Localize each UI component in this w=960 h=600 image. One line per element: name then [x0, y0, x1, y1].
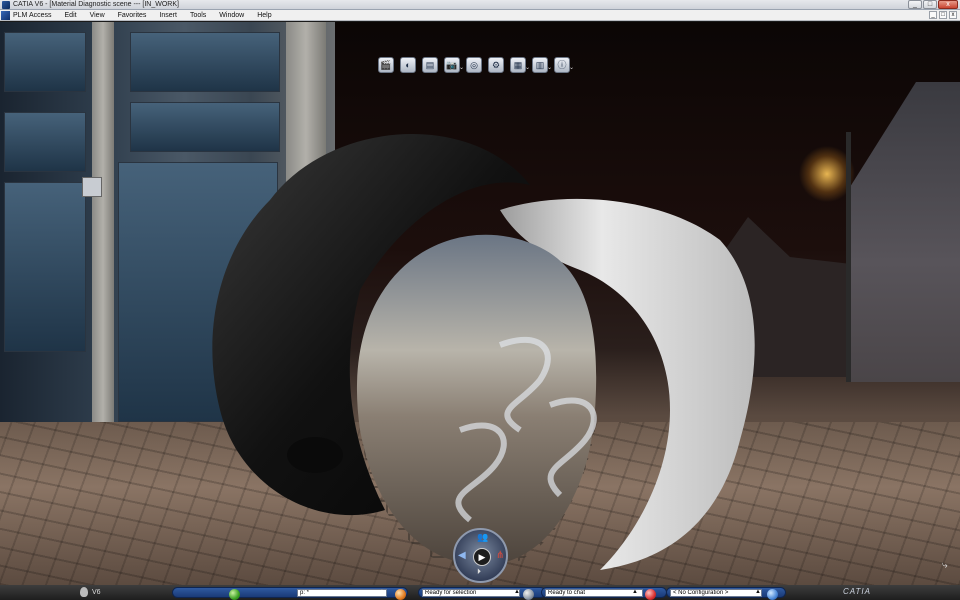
lens-icon[interactable]: ◎ — [466, 57, 482, 73]
menu-view[interactable]: View — [90, 12, 105, 19]
catia-app-icon[interactable] — [2, 0, 10, 9]
menu-favorites[interactable]: Favorites — [118, 12, 147, 19]
user-icon[interactable] — [523, 589, 534, 600]
configuration-dropdown[interactable]: ▲ — [755, 589, 761, 595]
doc-minimize-button[interactable]: _ — [929, 11, 937, 19]
minimize-button[interactable]: _ — [908, 0, 922, 9]
menu-plm-access[interactable]: PLM Access — [13, 12, 52, 19]
doc-restore-button[interactable]: □ — [939, 11, 947, 19]
window-title: CATIA V6 - [Material Diagnostic scene --… — [13, 1, 179, 8]
chat-icon[interactable] — [645, 589, 656, 600]
document-icon[interactable] — [1, 10, 10, 20]
v6-compass[interactable]: V6 — [80, 587, 101, 597]
menu-insert[interactable]: Insert — [159, 12, 177, 19]
info-screen-icon[interactable]: ⓘ ⌄ — [554, 57, 574, 73]
chat-dropdown[interactable]: ▲ — [632, 589, 638, 595]
window-controls: _ □ x — [908, 0, 958, 9]
rendering-toolbar: 🎬 ◐ ▤ 📷 ⌄ ◎ ⚙ ▦ ⌄ ▥ ⌄ ⓘ ⌄ — [378, 56, 574, 74]
doc-close-button[interactable]: x — [949, 11, 957, 19]
chat-pane: Ready to chat ▲ — [541, 587, 667, 600]
power-input-pane: p: * ▲ — [172, 587, 408, 600]
settings-gears-icon[interactable]: ⚙ — [488, 57, 504, 73]
status-bar: V6 p: * ▲ Ready for selection ▲ Ready to… — [0, 585, 960, 600]
power-input-dropdown[interactable]: ▲ — [379, 589, 385, 595]
title-bar: CATIA V6 - [Material Diagnostic scene --… — [0, 0, 960, 10]
configuration-field[interactable]: < No Configuration > — [670, 589, 762, 597]
chevron-down-icon[interactable]: ⌄ — [569, 61, 574, 75]
street-lamp — [846, 132, 851, 382]
v6-compass-icon — [80, 587, 88, 597]
menu-bar: PLM Access Edit View Favorites Insert To… — [0, 10, 960, 21]
background-church — [850, 82, 960, 382]
catia-logo: CATIA — [843, 587, 871, 596]
play-icon[interactable]: ▶ — [473, 548, 491, 566]
selection-status-pane: Ready for selection ▲ — [418, 587, 546, 600]
maximize-button[interactable]: □ — [923, 0, 937, 9]
material-icon[interactable]: ◐ — [400, 57, 416, 73]
chevron-down-icon[interactable]: ⌄ — [525, 61, 530, 75]
network-globe-icon[interactable] — [767, 589, 778, 600]
step-icon[interactable]: ⏵ — [477, 567, 481, 577]
close-button[interactable]: x — [938, 0, 958, 9]
3d-viewport[interactable]: 🎬 ◐ ▤ 📷 ⌄ ◎ ⚙ ▦ ⌄ ▥ ⌄ ⓘ ⌄ — [0, 22, 960, 585]
power-input-field[interactable]: p: * — [297, 589, 387, 597]
play-compass-widget[interactable]: 👥 ◀ ▶ ⋔ ⏵ — [453, 528, 508, 583]
corner-axis-icon: ⤷ — [942, 560, 948, 571]
render-database-icon[interactable]: ▥ ⌄ — [532, 57, 552, 73]
v6-label: V6 — [92, 588, 101, 596]
chat-message: Ready to chat — [545, 589, 643, 597]
menu-window[interactable]: Window — [219, 12, 244, 19]
camera-icon[interactable]: 📷 ⌄ — [444, 57, 464, 73]
status-dropdown[interactable]: ▲ — [514, 589, 520, 595]
chevron-down-icon[interactable]: ⌄ — [459, 61, 464, 75]
menu-tools[interactable]: Tools — [190, 12, 206, 19]
environment-icon[interactable]: ▤ — [422, 57, 438, 73]
material-diagnostic-sculpture[interactable] — [200, 110, 760, 580]
menu-edit[interactable]: Edit — [65, 12, 77, 19]
clapperboard-icon[interactable]: 🎬 — [378, 57, 394, 73]
share-icon[interactable]: ⋔ — [496, 550, 504, 561]
people-icon[interactable]: 👥 — [477, 532, 488, 543]
document-window-controls: _ □ x — [929, 11, 957, 19]
chevron-down-icon[interactable]: ⌄ — [547, 61, 552, 75]
scene-database-icon[interactable]: ▦ ⌄ — [510, 57, 530, 73]
configuration-pane: < No Configuration > ▲ — [666, 587, 786, 600]
menu-help[interactable]: Help — [257, 12, 271, 19]
arrow-left-icon[interactable]: ◀ — [458, 550, 466, 561]
power-input-icon[interactable] — [229, 589, 240, 600]
status-message: Ready for selection — [422, 589, 520, 597]
tools-icon[interactable] — [395, 589, 406, 600]
